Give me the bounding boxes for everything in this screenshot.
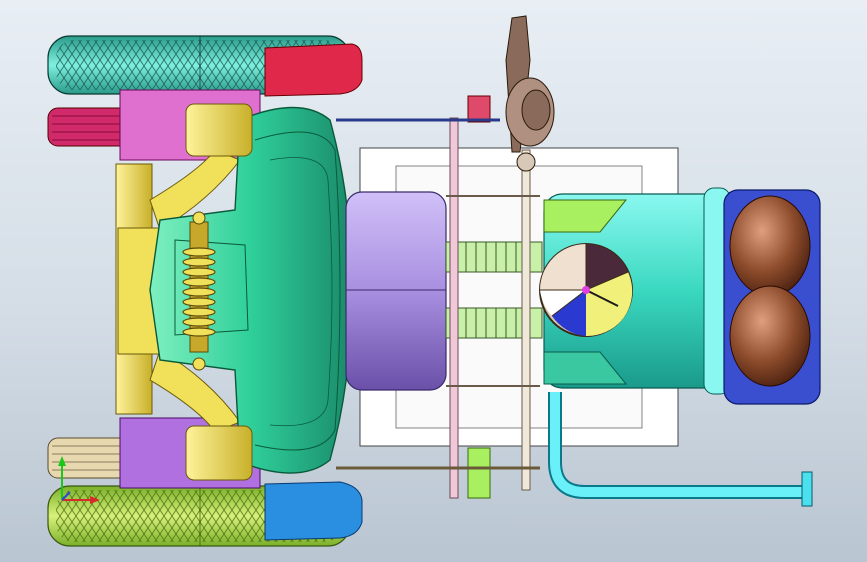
xyz-axis-triad-icon [58, 456, 100, 504]
cad-viewport[interactable] [0, 0, 867, 562]
